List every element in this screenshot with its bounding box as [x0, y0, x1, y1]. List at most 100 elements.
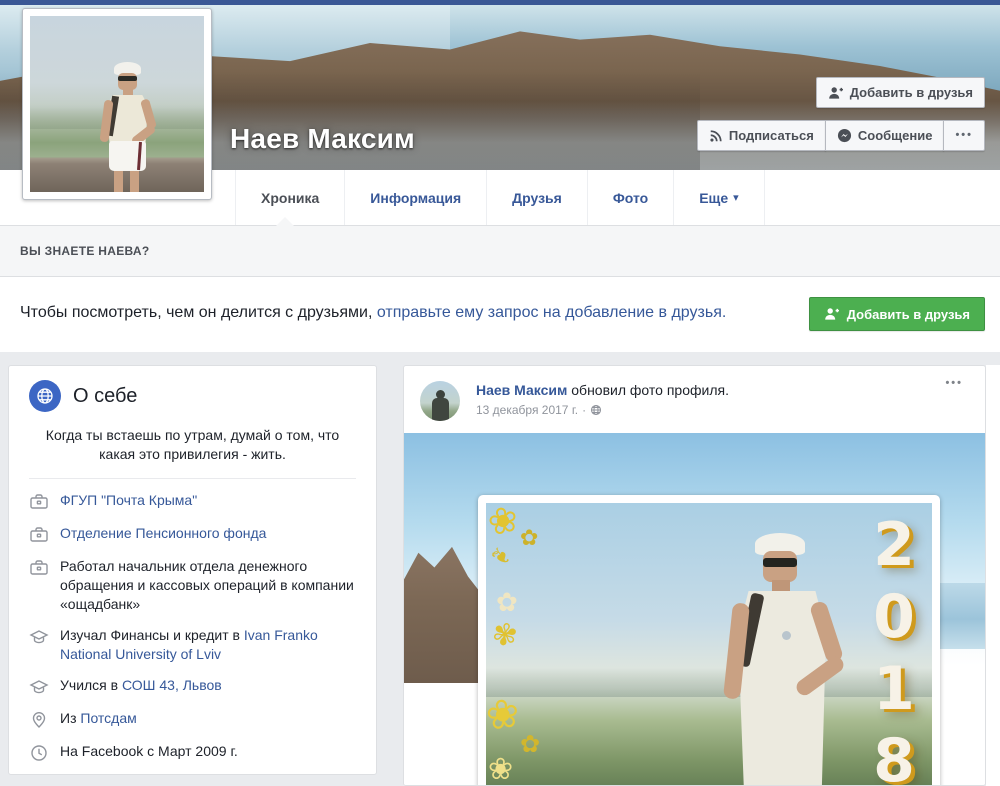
post-author-avatar[interactable]	[420, 381, 460, 421]
post-more-button[interactable]: •••	[945, 378, 963, 389]
workplace-link[interactable]: ФГУП "Почта Крыма"	[60, 492, 197, 508]
floral-ornament: ✿	[496, 589, 518, 615]
year-digit: 8	[862, 725, 926, 785]
page-content: О себе Когда ты встаешь по утрам, думай …	[0, 352, 1000, 786]
floral-ornament: ❀	[488, 755, 513, 785]
about-item-text: На Facebook с Март 2009 г.	[60, 742, 238, 763]
about-item-text: Отделение Пенсионного фонда	[60, 524, 266, 545]
man-right-leg	[130, 171, 139, 192]
follow-button[interactable]: Подписаться	[697, 120, 826, 151]
framed-photo-image: ❀ ✿ ❧ ✿ ✾ ❀ ✿ ❀	[486, 503, 932, 785]
floral-ornament: ❀	[486, 503, 522, 542]
tab-more-label: Еще	[699, 190, 728, 206]
ellipsis-icon: •••	[955, 130, 973, 141]
man-sunglasses	[118, 76, 137, 81]
about-item-school: Учился в СОШ 43, Львов	[9, 676, 376, 697]
briefcase-icon	[29, 491, 49, 512]
divider	[29, 478, 356, 479]
add-friend-button[interactable]: Добавить в друзья	[816, 77, 985, 108]
person-add-icon	[824, 306, 840, 322]
globe-icon	[590, 404, 602, 416]
backdrop-mountain	[404, 535, 484, 683]
post-action: обновил фото профиля.	[571, 382, 729, 398]
tab-about-label: Информация	[370, 190, 461, 206]
tab-photos-label: Фото	[613, 190, 648, 206]
add-friend-green-button[interactable]: Добавить в друзья	[809, 297, 985, 331]
post-photo[interactable]: ❀ ✿ ❧ ✿ ✾ ❀ ✿ ❀	[404, 433, 985, 785]
tab-more[interactable]: Еще ▾	[674, 170, 764, 225]
cover-action-buttons: Подписаться Сообщение •••	[697, 120, 985, 151]
banner-title: ВЫ ЗНАЕТЕ НАЕВА?	[20, 244, 149, 258]
plain-text: Из	[60, 710, 80, 726]
tab-about[interactable]: Информация	[345, 170, 487, 225]
shirt-logo	[782, 631, 791, 640]
workplace-link[interactable]: Отделение Пенсионного фонда	[60, 525, 266, 541]
about-item-university: Изучал Финансы и кредит в Ivan Franko Na…	[9, 626, 376, 664]
about-item-joined: На Facebook с Март 2009 г.	[9, 742, 376, 763]
do-you-know-banner: ВЫ ЗНАЕТЕ НАЕВА?	[0, 226, 1000, 277]
tab-friends[interactable]: Друзья	[487, 170, 588, 225]
profile-picture-image	[30, 16, 204, 192]
cover-more-button[interactable]: •••	[943, 120, 985, 151]
about-quote: Когда ты встаешь по утрам, думай о том, …	[9, 418, 376, 464]
send-friend-request-link[interactable]: отправьте ему запрос на добавление в дру…	[377, 304, 726, 321]
floral-ornament: ✿	[520, 733, 540, 757]
post-meta: 13 декабря 2017 г. ·	[476, 403, 602, 417]
about-header: О себе	[9, 366, 376, 418]
about-item-workplace: Отделение Пенсионного фонда	[9, 524, 376, 545]
globe-icon	[29, 380, 61, 412]
year-digit: 2	[862, 509, 926, 581]
tab-timeline-label: Хроника	[261, 190, 319, 206]
post-author-link[interactable]: Наев Максим	[476, 382, 567, 398]
about-item-workplace: ФГУП "Почта Крыма"	[9, 491, 376, 512]
post-card: Наев Максим обновил фото профиля. 13 дек…	[403, 365, 986, 786]
chevron-down-icon: ▾	[733, 191, 739, 204]
banner-message-text: Чтобы посмотреть, чем он делится с друзь…	[20, 304, 377, 321]
man-neck	[123, 89, 133, 96]
post-header: Наев Максим обновил фото профиля. 13 дек…	[404, 366, 985, 433]
quote-line-1: Когда ты встаешь по утрам, думай о том, …	[46, 427, 339, 443]
tab-photos[interactable]: Фото	[588, 170, 674, 225]
year-digit: 0	[862, 581, 926, 653]
education-icon	[29, 626, 49, 664]
clock-icon	[29, 742, 49, 763]
message-button[interactable]: Сообщение	[825, 120, 945, 151]
messenger-icon	[837, 128, 852, 143]
message-label: Сообщение	[858, 128, 933, 143]
hometown-link[interactable]: Потсдам	[80, 710, 136, 726]
banner-message: Чтобы посмотреть, чем он делится с друзь…	[20, 304, 726, 322]
post-date[interactable]: 13 декабря 2017 г.	[476, 403, 578, 417]
education-icon	[29, 676, 49, 697]
floral-ornament: ✾	[489, 619, 520, 654]
year-2018: 2 0 1 8	[862, 509, 926, 785]
floral-ornament: ❀	[486, 693, 522, 737]
man-left-leg	[114, 171, 123, 192]
plain-text: Изучал Финансы и кредит в	[60, 627, 244, 643]
floral-ornament: ❧	[486, 539, 517, 572]
avatar-silhouette-body	[432, 398, 449, 421]
school-link[interactable]: СОШ 43, Львов	[122, 677, 222, 693]
about-item-text: ФГУП "Почта Крыма"	[60, 491, 197, 512]
about-item-hometown: Из Потсдам	[9, 709, 376, 730]
backdrop-sea	[939, 583, 985, 649]
about-card: О себе Когда ты встаешь по утрам, думай …	[8, 365, 377, 775]
active-tab-notch	[276, 217, 294, 226]
plain-text: Работал начальник отдела денежного обращ…	[60, 558, 354, 612]
about-item-text: Из Потсдам	[60, 709, 137, 730]
tab-friends-label: Друзья	[512, 190, 562, 206]
about-item-past-work: Работал начальник отдела денежного обращ…	[9, 557, 376, 614]
person-add-icon	[828, 85, 844, 101]
man-sunglasses	[763, 558, 797, 567]
right-margin	[986, 365, 1000, 786]
profile-picture[interactable]	[22, 8, 212, 200]
briefcase-icon	[29, 524, 49, 545]
add-friend-label: Добавить в друзья	[850, 85, 973, 100]
plain-text: На Facebook с Март 2009 г.	[60, 743, 238, 759]
year-digit: 1	[862, 653, 926, 725]
add-friend-green-label: Добавить в друзья	[847, 307, 970, 322]
location-icon	[29, 709, 49, 730]
about-title: О себе	[73, 385, 137, 408]
floral-ornament: ✿	[520, 527, 538, 549]
profile-name: Наев Максим	[230, 123, 415, 155]
briefcase-icon	[29, 557, 49, 614]
